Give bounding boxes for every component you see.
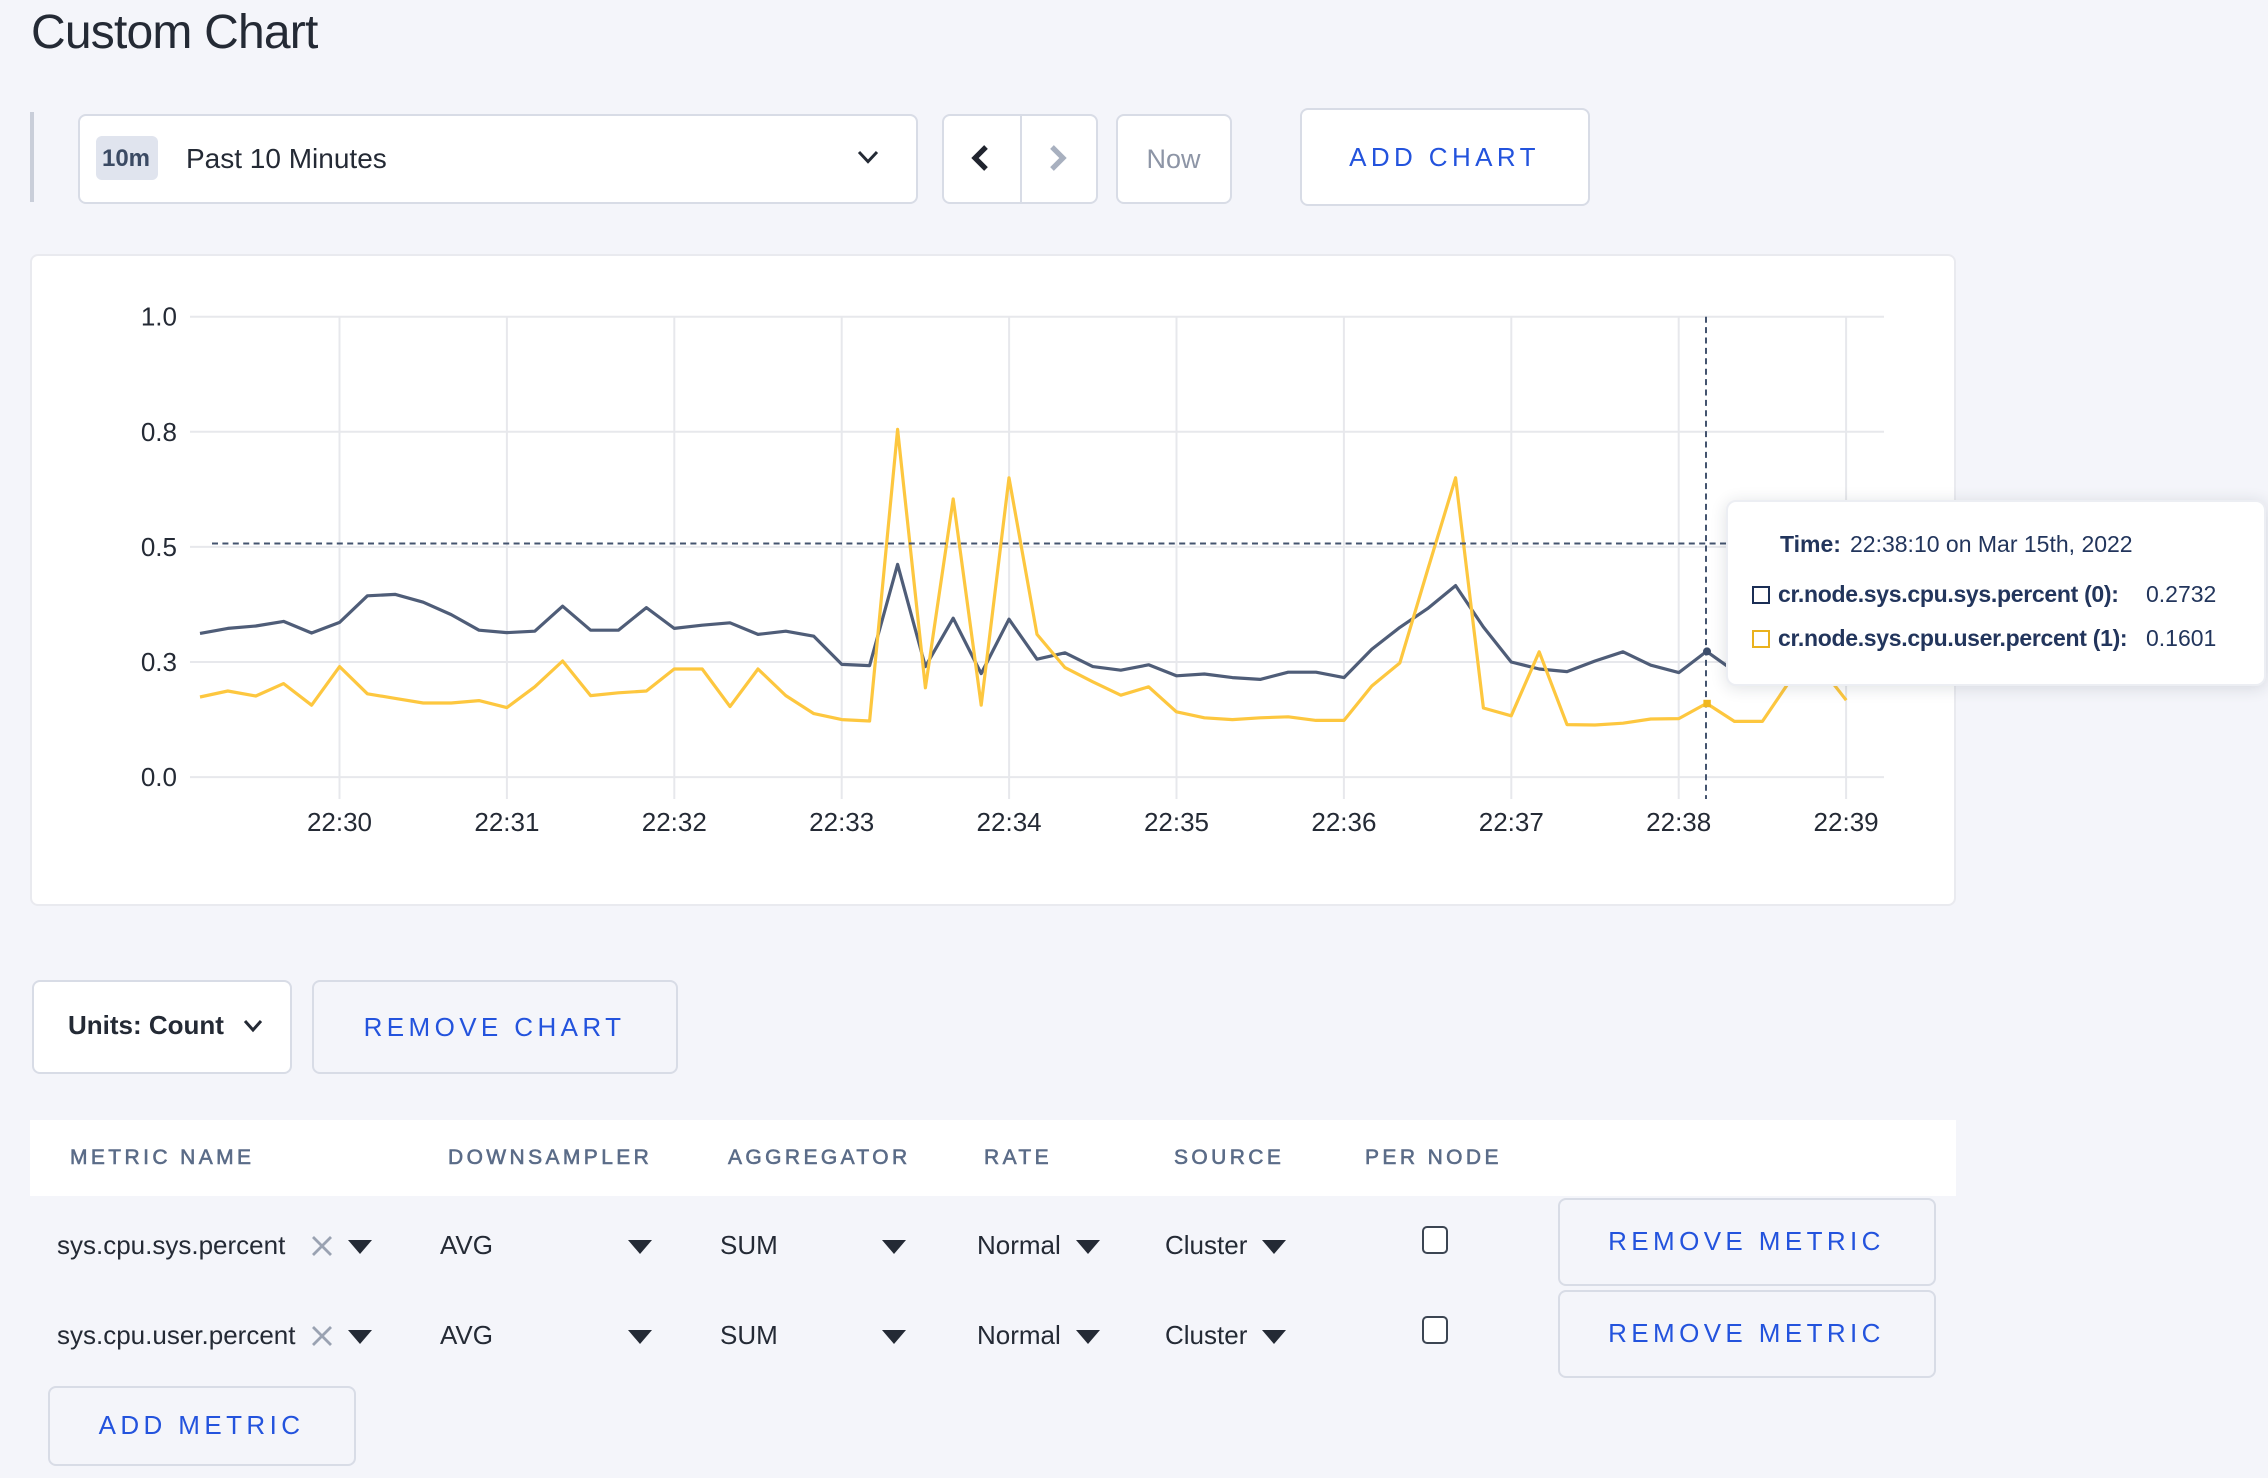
svg-text:0.0: 0.0: [141, 761, 177, 791]
svg-text:22:35: 22:35: [1144, 806, 1209, 836]
svg-text:22:31: 22:31: [474, 806, 539, 836]
svg-text:22:39: 22:39: [1814, 806, 1879, 836]
svg-text:22:30: 22:30: [307, 806, 372, 836]
svg-text:1.0: 1.0: [141, 301, 177, 331]
svg-text:22:34: 22:34: [977, 806, 1042, 836]
svg-text:22:32: 22:32: [642, 806, 707, 836]
svg-text:0.3: 0.3: [141, 646, 177, 676]
svg-text:22:37: 22:37: [1479, 806, 1544, 836]
svg-text:0.8: 0.8: [141, 416, 177, 446]
svg-text:0.5: 0.5: [141, 531, 177, 561]
svg-text:22:36: 22:36: [1311, 806, 1376, 836]
svg-text:22:33: 22:33: [809, 806, 874, 836]
svg-text:22:38: 22:38: [1646, 806, 1711, 836]
